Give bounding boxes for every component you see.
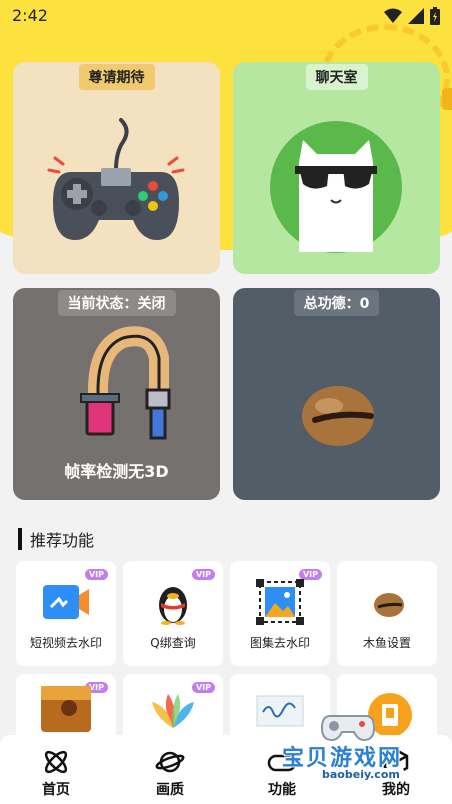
wooden-fish-icon <box>374 593 404 617</box>
tile-video-watermark[interactable]: VIP 短视频去水印 <box>16 561 116 666</box>
chat-room-card[interactable]: 聊天室 <box>233 62 440 274</box>
penguin-icon <box>159 587 187 625</box>
petal-flower-icon <box>152 694 194 728</box>
nav-quality[interactable]: 画质 <box>130 741 210 799</box>
frame-rate-card[interactable]: 当前状态：关闭 帧率检测无3D <box>13 288 220 500</box>
signal-icon <box>408 8 424 24</box>
watermark-url: baobeiy.com <box>318 768 404 781</box>
section-marker <box>18 528 22 550</box>
game-art-icon <box>41 686 91 732</box>
tile-qq-lookup[interactable]: VIP Q绑查询 <box>123 561 223 666</box>
tile-label: 木鱼设置 <box>362 636 411 650</box>
wifi-icon <box>384 8 402 23</box>
controller-watermark-icon <box>320 715 376 742</box>
atom-icon <box>44 750 68 774</box>
status-bar: 2:42 <box>0 0 452 32</box>
nav-home[interactable]: 首页 <box>16 741 96 799</box>
status-time: 2:42 <box>12 6 48 25</box>
side-handle[interactable] <box>442 88 452 110</box>
coming-soon-card[interactable]: 尊请期待 <box>13 62 220 274</box>
tile-label: Q绑查询 <box>150 636 196 650</box>
section-title-text: 推荐功能 <box>30 531 95 550</box>
site-watermark: 宝贝游戏网 baobeiy.com <box>260 688 450 788</box>
image-crop-icon <box>256 579 304 625</box>
recommended-section-title: 推荐功能 <box>18 527 94 551</box>
battery-icon <box>430 7 440 25</box>
gamepad-icon <box>47 118 185 240</box>
card-caption: 帧率检测无3D <box>64 462 169 481</box>
tile-gallery-watermark[interactable]: VIP 图集去水印 <box>230 561 330 666</box>
tile-label: 短视频去水印 <box>29 636 102 650</box>
tile-label: 图集去水印 <box>249 636 310 650</box>
nav-label: 首页 <box>42 782 70 798</box>
nav-label: 画质 <box>156 782 184 798</box>
status-icons <box>384 6 440 26</box>
video-camera-icon <box>43 585 89 619</box>
tile-wooden-fish-settings[interactable]: 木鱼设置 <box>337 561 437 666</box>
merit-card[interactable]: 总功德：0 <box>233 288 440 500</box>
planet-icon <box>155 751 185 773</box>
wooden-fish-icon[interactable] <box>233 288 440 500</box>
cat-sunglasses-icon <box>270 121 402 253</box>
